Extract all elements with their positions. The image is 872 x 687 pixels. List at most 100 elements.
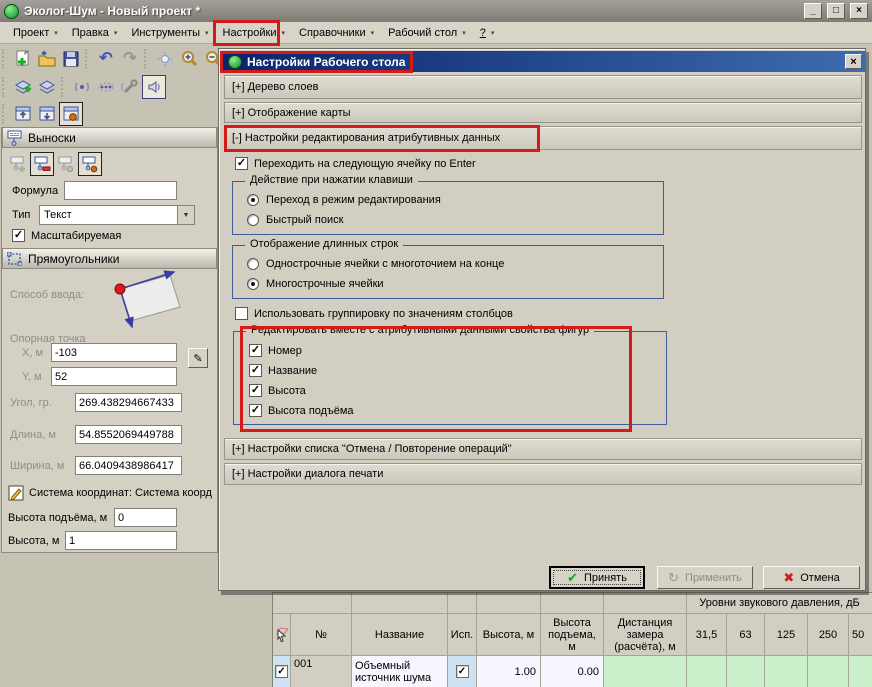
apply-button[interactable]: ↻ Применить — [657, 566, 753, 589]
maximize-button[interactable]: □ — [827, 3, 845, 19]
accept-button[interactable]: ✔ Принять — [549, 566, 645, 589]
area-source-button[interactable] — [94, 75, 118, 99]
point-source-button[interactable] — [70, 75, 94, 99]
row-distance-cell[interactable] — [604, 656, 687, 687]
pick-point-button[interactable]: ✎ — [188, 348, 208, 368]
section-print-dialog[interactable]: [+] Настройки диалога печати — [224, 463, 862, 485]
quick-search-radio[interactable]: Быстрый поиск — [247, 214, 343, 226]
lift-height-checkbox[interactable]: ✓ Высота подъёма — [249, 404, 354, 417]
used-checkbox[interactable]: ✓ — [456, 665, 469, 678]
edit-mode-radio[interactable]: Переход в режим редактирования — [247, 194, 441, 206]
column-header-63[interactable]: 63 — [727, 614, 765, 656]
column-header-distance[interactable]: Дистанция замера (расчёта), м — [604, 614, 687, 656]
column-header-31-5[interactable]: 31,5 — [687, 614, 727, 656]
height-input[interactable] — [65, 531, 177, 550]
panel-properties-button[interactable] — [59, 102, 83, 126]
new-project-button[interactable] — [11, 47, 35, 71]
row-num-cell[interactable]: 001 — [291, 656, 352, 687]
y-input[interactable] — [51, 367, 177, 386]
panel-down-button[interactable] — [35, 102, 59, 126]
zoom-in-button[interactable] — [177, 47, 201, 71]
scalable-checkbox[interactable]: ✓ Масштабируемая — [12, 229, 121, 242]
row-125-cell[interactable] — [765, 656, 808, 687]
section-map-display[interactable]: [+] Отображение карты — [224, 102, 862, 123]
pan-button[interactable] — [153, 47, 177, 71]
section-layer-tree[interactable]: [+] Дерево слоев — [224, 75, 862, 99]
rectangles-section-header[interactable]: Прямоугольники — [2, 248, 217, 269]
width-input[interactable] — [75, 456, 182, 475]
menu-tools[interactable]: Инструменты▾ — [124, 24, 215, 42]
row-500-cell[interactable] — [849, 656, 872, 687]
wrench-icon — [121, 78, 139, 96]
row-name-cell[interactable]: Объемный источник шума — [352, 656, 448, 687]
column-header-name[interactable]: Название — [352, 614, 448, 656]
single-line-radio[interactable]: Однострочные ячейки с многоточием на кон… — [247, 258, 504, 270]
layers-add-icon — [14, 78, 32, 96]
dropdown-arrow-icon[interactable]: ▼ — [177, 206, 194, 224]
row-lift-cell[interactable]: 0.00 — [541, 656, 604, 687]
edit-callout-button[interactable] — [54, 152, 78, 176]
key-action-group: Действие при нажатии клавиши — [232, 181, 664, 235]
delete-callout-button[interactable] — [30, 152, 54, 176]
checkbox-icon: ✓ — [249, 344, 262, 357]
length-input[interactable] — [75, 425, 182, 444]
callout-style-button[interactable] — [78, 152, 102, 176]
next-cell-on-enter-checkbox[interactable]: ✓ Переходить на следующую ячейку по Ente… — [235, 157, 476, 170]
number-checkbox[interactable]: ✓ Номер — [249, 344, 302, 357]
coordinate-system-row[interactable]: Система координат: Система коорд — [8, 485, 216, 501]
noise-source-button[interactable] — [142, 75, 166, 99]
minimize-button[interactable]: _ — [804, 3, 822, 19]
open-project-button[interactable] — [35, 47, 59, 71]
menu-desktop[interactable]: Рабочий стол▾ — [381, 24, 473, 42]
row-31-5-cell[interactable] — [687, 656, 727, 687]
column-header-125[interactable]: 125 — [765, 614, 808, 656]
section-attribute-editing[interactable]: [-] Настройки редактирования атрибутивны… — [224, 126, 862, 150]
formula-input[interactable] — [64, 181, 177, 200]
key-action-group-title: Действие при нажатии клавиши — [245, 174, 418, 186]
row-height-cell[interactable]: 1.00 — [477, 656, 541, 687]
grouping-checkbox[interactable]: Использовать группировку по значениям ст… — [235, 307, 513, 320]
row-250-cell[interactable] — [808, 656, 849, 687]
panel-up-button[interactable] — [11, 102, 35, 126]
noise-sources-grid: Уровни звукового давления, дБ № Название… — [272, 592, 872, 687]
redo-button[interactable]: ↷ — [118, 47, 142, 71]
checkbox-icon: ✓ — [235, 157, 248, 170]
lift-height-input[interactable] — [114, 508, 177, 527]
column-header-lift[interactable]: Высота подъема, м — [541, 614, 604, 656]
new-document-icon — [14, 50, 32, 68]
column-header-num[interactable]: № — [291, 614, 352, 656]
height-checkbox[interactable]: ✓ Высота — [249, 384, 306, 397]
menu-references[interactable]: Справочники▾ — [292, 24, 381, 42]
add-callout-button[interactable] — [6, 152, 30, 176]
add-layer-button[interactable] — [11, 75, 35, 99]
menu-settings[interactable]: Настройки▾ — [216, 24, 292, 42]
callouts-section-header[interactable]: Выноски — [2, 127, 217, 148]
multi-line-radio[interactable]: Многострочные ячейки — [247, 278, 384, 290]
column-header-height[interactable]: Высота, м — [477, 614, 541, 656]
close-button[interactable]: × — [850, 3, 868, 19]
save-project-button[interactable] — [59, 47, 83, 71]
column-header-500[interactable]: 50 — [849, 614, 872, 656]
menu-help[interactable]: ?▾ — [473, 24, 502, 42]
cancel-button[interactable]: ✖ Отмена — [763, 566, 860, 589]
section-undo-list[interactable]: [+] Настройки списка "Отмена / Повторени… — [224, 438, 862, 460]
toolbar-separator — [2, 104, 9, 124]
dialog-close-button[interactable]: × — [845, 54, 862, 69]
menu-edit[interactable]: Правка▾ — [65, 24, 125, 42]
layers-button[interactable] — [35, 75, 59, 99]
undo-button[interactable]: ↶ — [94, 47, 118, 71]
column-header-250[interactable]: 250 — [808, 614, 849, 656]
x-input[interactable] — [51, 343, 177, 362]
selector-column-header[interactable] — [273, 614, 291, 656]
tool-source-button[interactable] — [118, 75, 142, 99]
row-used-cell[interactable]: ✓ — [448, 656, 477, 687]
row-checkbox[interactable]: ✓ — [275, 665, 288, 678]
name-checkbox[interactable]: ✓ Название — [249, 364, 317, 377]
menu-project[interactable]: Проект▾ — [6, 24, 65, 42]
row-63-cell[interactable] — [727, 656, 765, 687]
row-selector-cell[interactable]: ✓ — [273, 656, 291, 687]
properties-panel: Выноски Формула Тип Текст ▼ ✓ Масштабиру… — [1, 127, 218, 553]
column-header-used[interactable]: Исп. — [448, 614, 477, 656]
type-select[interactable]: Текст ▼ — [39, 205, 195, 225]
angle-input[interactable] — [75, 393, 182, 412]
